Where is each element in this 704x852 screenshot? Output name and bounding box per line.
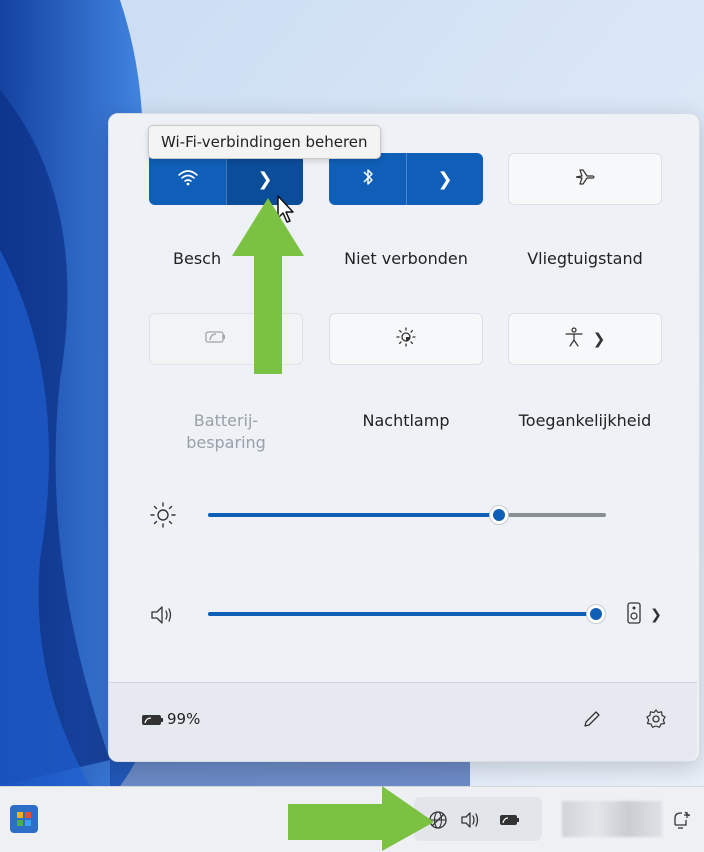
- bluetooth-toggle-button[interactable]: [329, 153, 406, 205]
- battery-icon[interactable]: [496, 807, 524, 833]
- start-icon[interactable]: [10, 805, 38, 833]
- airplane-tile-label: Vliegtuigstand: [527, 249, 643, 268]
- bluetooth-manage-button[interactable]: ❯: [406, 153, 483, 205]
- chevron-right-icon: ❯: [592, 330, 606, 348]
- night-light-icon: [395, 326, 417, 353]
- bluetooth-tile: ❯: [329, 153, 483, 205]
- chevron-right-icon: ❯: [257, 168, 273, 190]
- clock-blurred[interactable]: [562, 801, 662, 837]
- night-light-tile-label: Nachtlamp: [362, 411, 450, 430]
- wifi-tile-label: Besch: [173, 249, 222, 268]
- battery-percentage[interactable]: 99%: [167, 710, 200, 728]
- accessibility-tile-label: Toegankelijkheid: [518, 411, 652, 430]
- brightness-slider-thumb[interactable]: [489, 505, 509, 525]
- notification-icon[interactable]: [668, 807, 696, 833]
- night-light-tile[interactable]: [329, 313, 483, 365]
- pencil-icon[interactable]: [578, 705, 606, 733]
- gear-icon[interactable]: [642, 705, 670, 733]
- airplane-icon: [574, 167, 596, 192]
- airplane-mode-tile[interactable]: [508, 153, 662, 205]
- volume-slider[interactable]: [208, 603, 606, 625]
- battery-saver-tile-label: Batterij- besparing: [141, 410, 311, 454]
- brightness-slider[interactable]: [208, 504, 606, 526]
- chevron-right-icon: ❯: [437, 168, 453, 190]
- audio-output-button[interactable]: ❯: [620, 598, 668, 632]
- annotation-arrow-up: [232, 198, 304, 374]
- battery-icon[interactable]: [135, 708, 171, 732]
- bluetooth-tile-label: Niet verbonden: [344, 249, 468, 268]
- wifi-icon: [177, 168, 199, 190]
- speaker-icon[interactable]: [148, 600, 178, 630]
- wifi-tooltip: Wi-Fi-verbindingen beheren: [148, 125, 381, 159]
- wifi-toggle-button[interactable]: [149, 153, 226, 205]
- chevron-right-icon: ❯: [650, 607, 662, 623]
- brightness-track-fill: [208, 513, 499, 517]
- audio-output-icon: [626, 601, 642, 629]
- bluetooth-icon: [361, 167, 375, 191]
- volume-track-fill: [208, 612, 596, 616]
- accessibility-icon: [565, 326, 583, 352]
- battery-saver-icon: [205, 329, 227, 349]
- annotation-arrow-right: [288, 786, 434, 851]
- battery-saver-label-line2: besparing: [186, 433, 266, 452]
- volume-icon[interactable]: [458, 807, 486, 833]
- volume-slider-thumb[interactable]: [586, 604, 606, 624]
- battery-saver-label-line1: Batterij-: [193, 411, 259, 430]
- brightness-icon: [148, 500, 178, 530]
- accessibility-tile[interactable]: ❯: [508, 313, 662, 365]
